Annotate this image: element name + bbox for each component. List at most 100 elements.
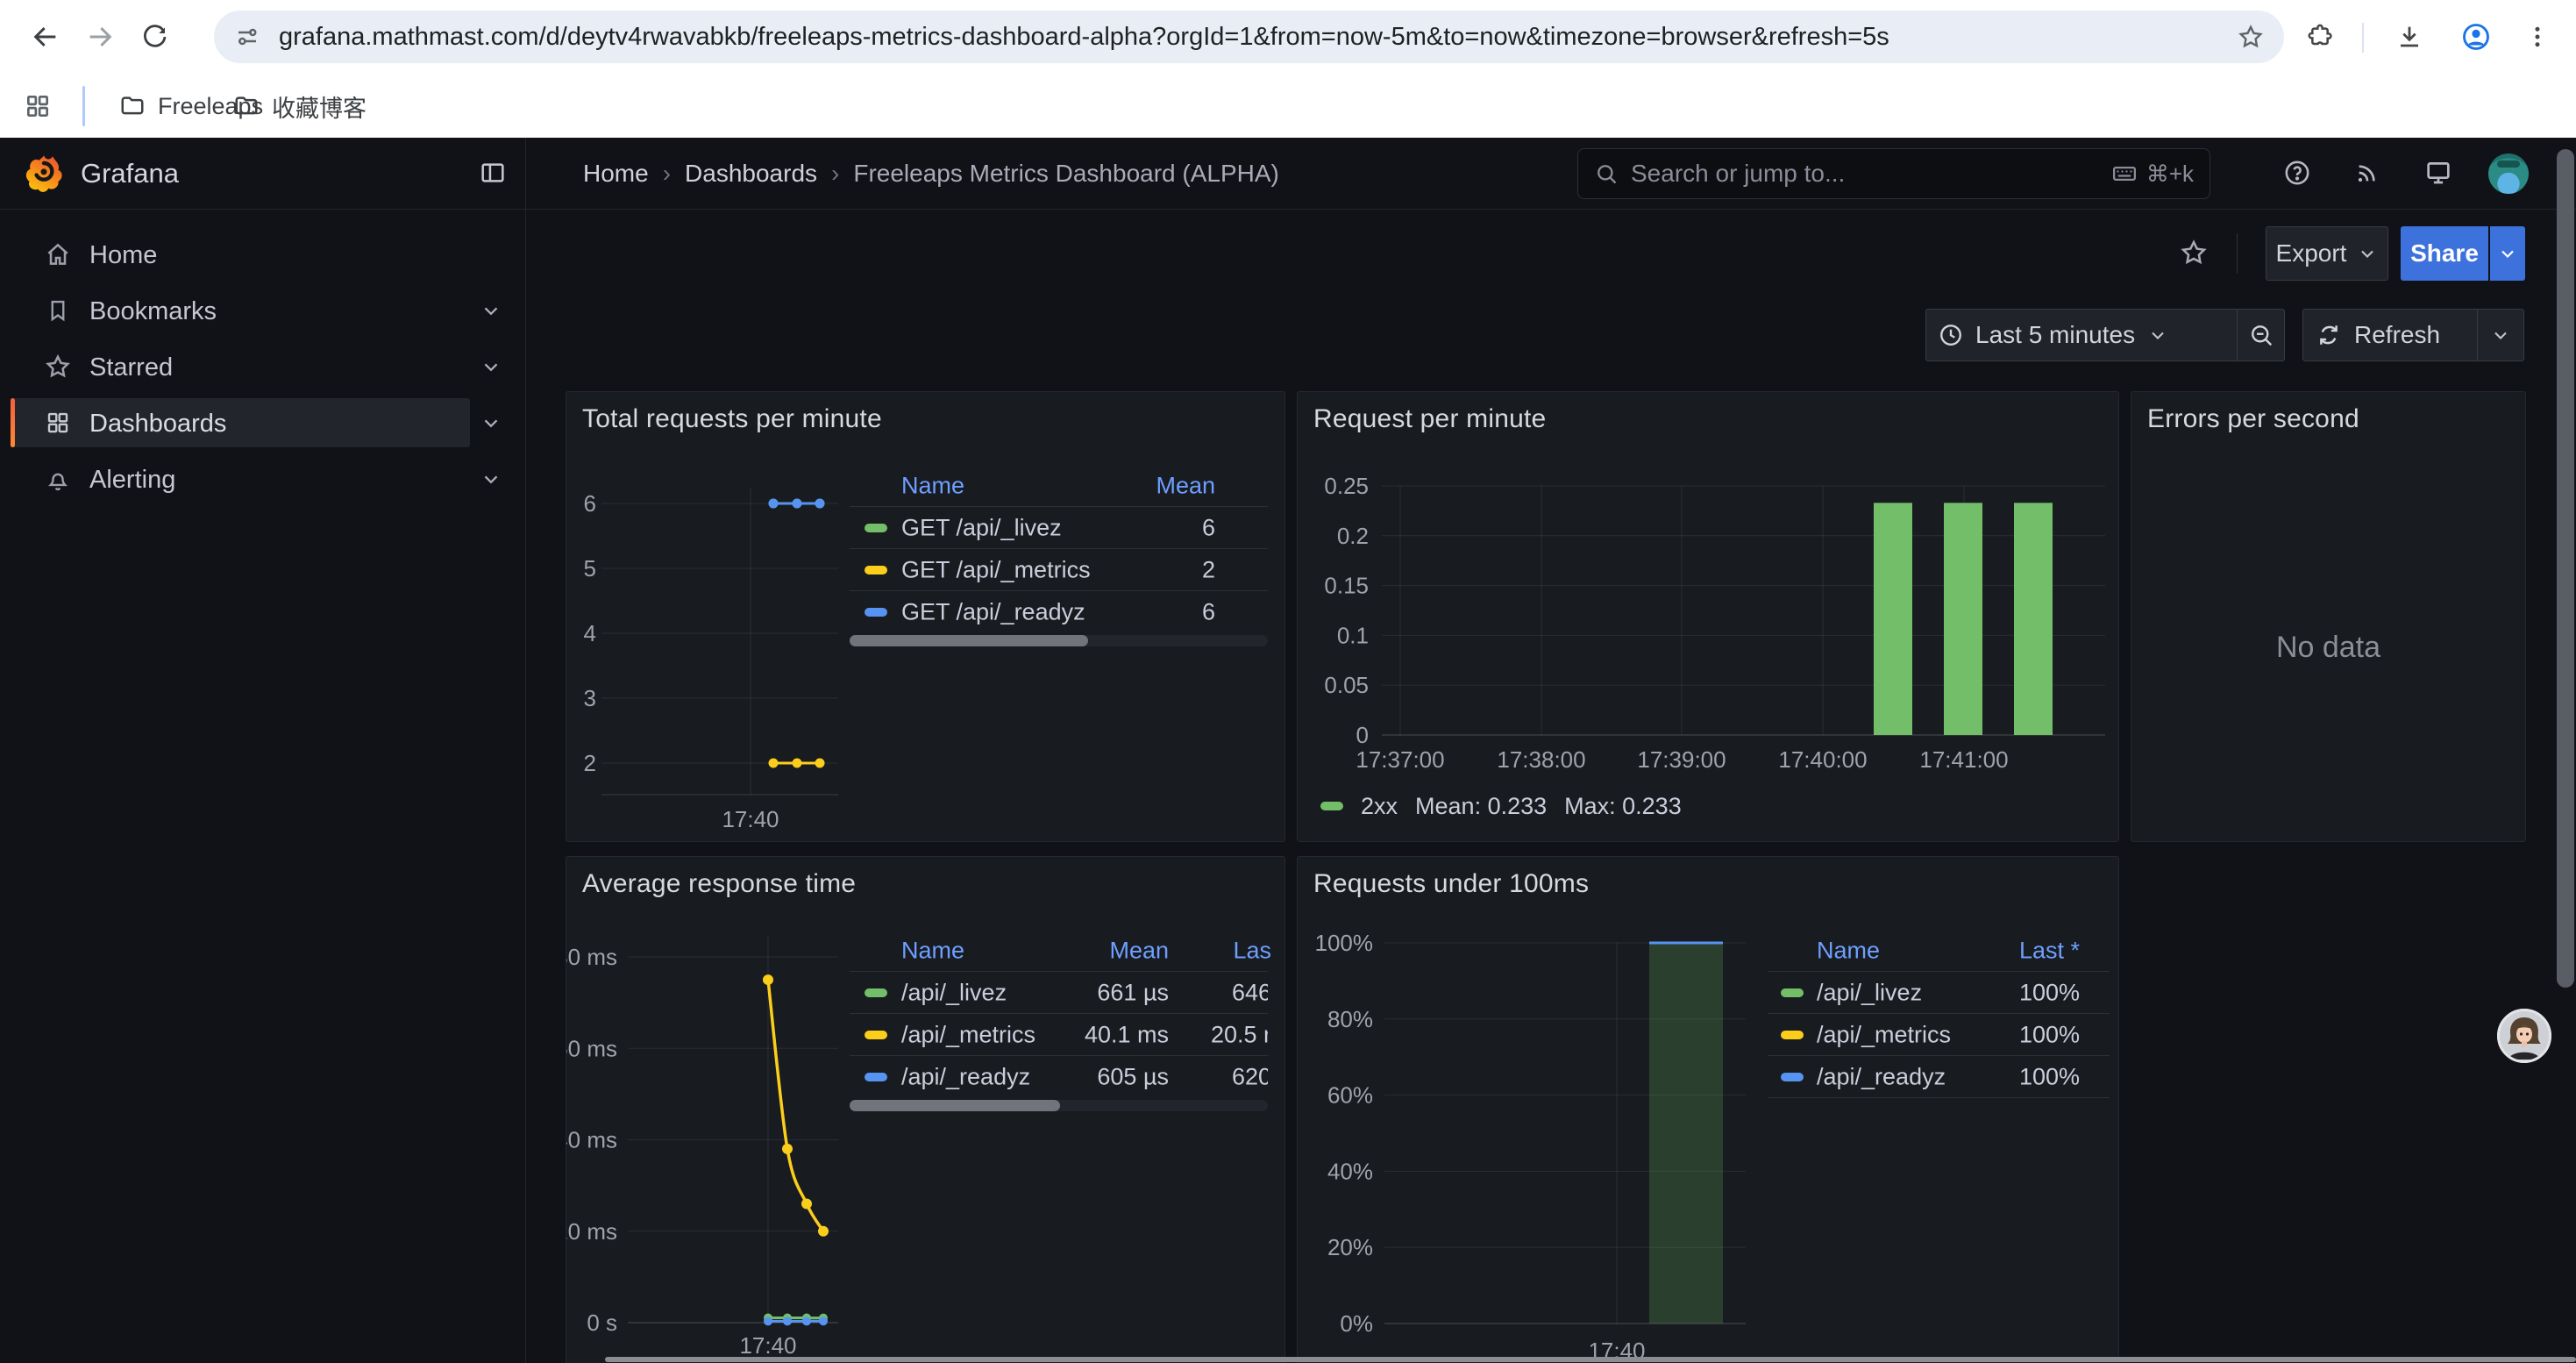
time-range-label: Last 5 minutes (1975, 321, 2135, 349)
news-button[interactable] (2348, 153, 2387, 192)
chevron-down-icon[interactable] (477, 296, 505, 325)
horizontal-scrollbar-thumb[interactable] (605, 1357, 2576, 1362)
legend-header-name[interactable]: Name (901, 938, 964, 965)
legend-header-mean[interactable]: Mean (1156, 473, 1215, 500)
search-placeholder: Search or jump to... (1631, 160, 2111, 188)
series-name[interactable]: /api/_readyz (1817, 1063, 1946, 1090)
refresh-label: Refresh (2354, 321, 2440, 349)
breadcrumb-separator: › (831, 160, 839, 188)
active-item-background (11, 398, 470, 447)
series-name[interactable]: /api/_livez (1817, 979, 1922, 1006)
svg-text:0 s: 0 s (587, 1309, 617, 1336)
screen: grafana.mathmast.com/d/deytv4rwavabkb/fr… (0, 0, 2576, 1363)
legend-header-mean[interactable]: Mean (1109, 938, 1169, 965)
series-color-pill (1320, 802, 1343, 810)
legend-header-name[interactable]: Name (1817, 938, 1880, 965)
legend-header-last[interactable]: Last * (2019, 938, 2080, 965)
series-name[interactable]: /api/_metrics (901, 1021, 1035, 1048)
series-color-pill (865, 524, 887, 532)
svg-text:17:38:00: 17:38:00 (1497, 746, 1585, 773)
series-name[interactable]: 2xx (1361, 793, 1398, 820)
url-text[interactable]: grafana.mathmast.com/d/deytv4rwavabkb/fr… (279, 23, 2223, 52)
legend-row: GET /api/_metrics 2 (850, 548, 1268, 590)
panel-errors-per-second: Errors per second No data (2131, 391, 2526, 842)
sidebar-item-home[interactable]: Home (0, 230, 525, 279)
sidebar-item-dashboards[interactable]: Dashboards (0, 398, 525, 447)
url-bar[interactable]: grafana.mathmast.com/d/deytv4rwavabkb/fr… (214, 11, 2284, 63)
forward-button[interactable] (77, 14, 123, 60)
legend-header-name[interactable]: Name (901, 473, 964, 500)
time-range-picker[interactable]: Last 5 minutes (1925, 309, 2285, 361)
favorite-dashboard-button[interactable] (2173, 232, 2215, 274)
extensions-button[interactable] (2297, 14, 2343, 60)
series-last: 100% (2019, 1063, 2080, 1090)
folder-icon (233, 93, 260, 119)
series-name[interactable]: /api/_readyz (901, 1063, 1030, 1090)
svg-text:0.15: 0.15 (1324, 573, 1369, 599)
back-button[interactable] (23, 14, 68, 60)
chevron-down-icon[interactable] (477, 465, 505, 493)
kiosk-button[interactable] (2419, 153, 2458, 192)
bookmarks-separator (82, 86, 85, 126)
vertical-scrollbar-thumb[interactable] (2557, 149, 2574, 988)
series-name[interactable]: /api/_metrics (1817, 1021, 1951, 1048)
apps-shortcut-button[interactable] (16, 84, 60, 128)
series-mean: 2 (1202, 556, 1215, 583)
refresh-icon (2303, 310, 2354, 360)
legend-row: /api/_readyz 100% (1768, 1055, 2110, 1097)
zoom-out-button[interactable] (2238, 310, 2285, 360)
home-icon (42, 239, 74, 270)
sidebar-item-bookmarks[interactable]: Bookmarks (0, 286, 525, 335)
sidebar-border (525, 138, 526, 1363)
series-color-pill (865, 566, 887, 574)
svg-text:5: 5 (584, 555, 596, 582)
breadcrumb-dashboards[interactable]: Dashboards (685, 160, 817, 188)
assistant-avatar[interactable] (2495, 1007, 2553, 1065)
grafana-logo[interactable] (23, 152, 65, 194)
bookmark-star-icon[interactable] (2231, 18, 2270, 56)
keyboard-icon (2111, 161, 2138, 187)
share-menu-button[interactable] (2490, 226, 2525, 281)
legend-scrollbar-thumb[interactable] (850, 1100, 1060, 1111)
legend-header-last[interactable]: Las (1233, 938, 1271, 965)
share-label: Share (2410, 239, 2479, 268)
series-name[interactable]: GET /api/_metrics (901, 556, 1091, 583)
panel-title[interactable]: Errors per second (2147, 404, 2359, 434)
browser-menu-button[interactable] (2515, 14, 2560, 60)
downloads-button[interactable] (2387, 14, 2432, 60)
brand-text: Grafana (81, 158, 179, 189)
svg-text:0.2: 0.2 (1337, 523, 1369, 549)
refresh-interval-button[interactable] (2478, 310, 2523, 360)
sidebar-toggle-button[interactable] (470, 150, 516, 196)
legend-scrollbar-thumb[interactable] (850, 635, 1088, 646)
legend-scrollbar[interactable] (850, 1100, 1268, 1111)
share-button[interactable]: Share (2401, 226, 2488, 281)
search-input[interactable]: Search or jump to... ⌘+k (1577, 148, 2210, 199)
profile-button[interactable] (2453, 14, 2499, 60)
export-button[interactable]: Export (2266, 226, 2388, 281)
sidebar-item-label: Starred (89, 353, 173, 382)
legend-header: Name Mean Las (850, 931, 1268, 972)
zoom-out-icon (2248, 322, 2274, 348)
series-name[interactable]: GET /api/_livez (901, 514, 1062, 541)
svg-text:2: 2 (584, 750, 596, 776)
chevron-down-icon[interactable] (477, 353, 505, 381)
bookmark-folder-blogs[interactable]: 收藏博客 (221, 82, 379, 130)
breadcrumb-home[interactable]: Home (583, 160, 649, 188)
help-button[interactable] (2278, 153, 2316, 192)
sidebar-item-starred[interactable]: Starred (0, 342, 525, 391)
sidebar-item-alerting[interactable]: Alerting (0, 454, 525, 503)
user-avatar[interactable] (2488, 153, 2529, 194)
site-settings-icon[interactable] (228, 18, 267, 56)
breadcrumb-current: Freeleaps Metrics Dashboard (ALPHA) (853, 160, 1279, 188)
legend-scrollbar[interactable] (850, 635, 1268, 646)
star-outline-icon (2179, 238, 2209, 268)
series-name[interactable]: /api/_livez (901, 979, 1007, 1006)
refresh-button-group[interactable]: Refresh (2302, 309, 2524, 361)
series-name[interactable]: GET /api/_readyz (901, 598, 1085, 625)
profile-avatar-icon (2460, 21, 2492, 53)
svg-text:80%: 80% (1327, 1006, 1373, 1032)
reload-button[interactable] (132, 14, 177, 60)
monitor-icon (2423, 158, 2453, 188)
chevron-down-icon[interactable] (477, 409, 505, 437)
